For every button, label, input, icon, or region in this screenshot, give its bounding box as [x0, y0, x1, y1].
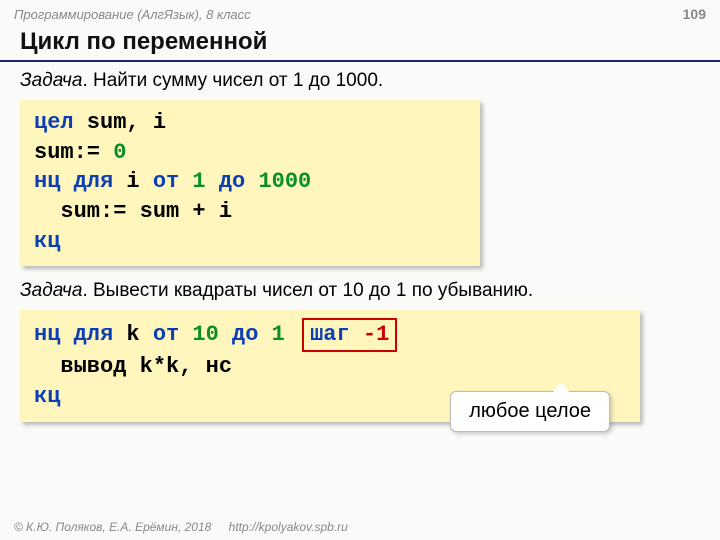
- code-text: sum, i: [74, 110, 166, 135]
- task-2-text: . Вывести квадраты чисел от 10 до 1 по у…: [82, 280, 533, 301]
- code-text: sum:=: [34, 140, 113, 165]
- kw-do: до: [232, 322, 258, 347]
- page-number: 109: [683, 6, 706, 22]
- task-1-text: . Найти сумму чисел от 1 до 1000.: [82, 70, 383, 91]
- kw-ot: от: [153, 169, 179, 194]
- code-text: sum:= sum + i: [34, 199, 232, 224]
- kw-do: до: [219, 169, 245, 194]
- content: Задача. Найти сумму чисел от 1 до 1000. …: [0, 70, 720, 422]
- footer-copyright: © К.Ю. Поляков, Е.А. Ерёмин, 2018: [14, 520, 211, 534]
- step-box: шаг -1: [302, 318, 397, 352]
- footer-url: http://kpolyakov.spb.ru: [229, 520, 348, 534]
- code-box-2: нц для k от 10 до 1 шаг -1 вывод k*k, нс…: [20, 310, 640, 421]
- kw-ot: от: [153, 322, 179, 347]
- code-box-1: цел sum, i sum:= 0 нц для i от 1 до 1000…: [20, 100, 480, 266]
- task-1: Задача. Найти сумму чисел от 1 до 1000.: [20, 70, 706, 92]
- task-2: Задача. Вывести квадраты чисел от 10 до …: [20, 280, 706, 302]
- kw-type: цел: [34, 110, 74, 135]
- kw-nc: нц для: [34, 322, 113, 347]
- num-literal: 1: [179, 169, 219, 194]
- header-bar: Программирование (АлгЯзык), 8 класс 109: [0, 0, 720, 24]
- step-value: -1: [363, 322, 389, 347]
- num-literal: 1: [258, 322, 284, 347]
- num-literal: 10: [179, 322, 232, 347]
- num-literal: 1000: [245, 169, 311, 194]
- kw-kc: кц: [34, 229, 60, 254]
- code-text: i: [113, 169, 153, 194]
- num-literal: 0: [113, 140, 126, 165]
- page-title: Цикл по переменной: [0, 24, 720, 62]
- kw-nc: нц для: [34, 169, 113, 194]
- code-text: вывод k*k, нс: [34, 354, 232, 379]
- footer: © К.Ю. Поляков, Е.А. Ерёмин, 2018 http:/…: [14, 520, 348, 534]
- kw-step: шаг: [310, 322, 363, 347]
- kw-kc: кц: [34, 384, 60, 409]
- course-label: Программирование (АлгЯзык), 8 класс: [14, 7, 251, 22]
- task-1-label: Задача: [20, 70, 82, 91]
- code-text: k: [113, 322, 153, 347]
- task-2-label: Задача: [20, 280, 82, 301]
- callout-bubble: любое целое: [450, 391, 610, 432]
